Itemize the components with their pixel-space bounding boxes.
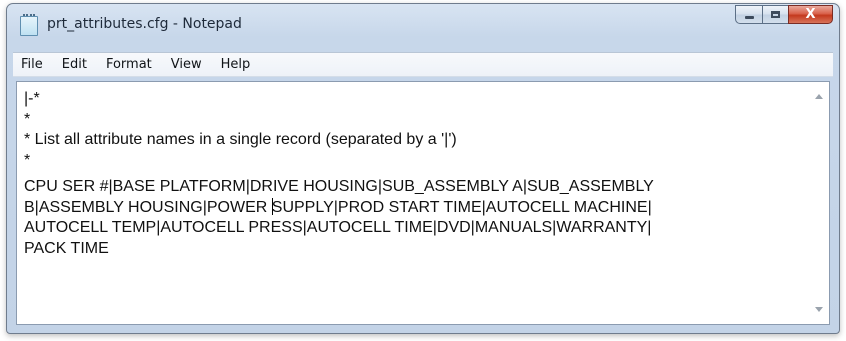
text-content[interactable]: |-* * * List all attribute names in a si… [24, 89, 803, 324]
caption-buttons: X [735, 5, 833, 25]
scroll-down-arrow-icon[interactable] [815, 307, 823, 312]
close-button[interactable]: X [788, 5, 833, 24]
text-line: PACK TIME [24, 239, 109, 257]
maximize-icon [771, 11, 780, 18]
vertical-scrollbar[interactable] [810, 82, 829, 324]
text-line: |-* [24, 90, 40, 107]
text-segment: B|ASSEMBLY HOUSING|POWER [24, 198, 272, 216]
text-line: * [24, 110, 31, 128]
text-line: CPU SER #|BASE PLATFORM|DRIVE HOUSING|SU… [24, 178, 654, 195]
text-editor[interactable]: |-* * * List all attribute names in a si… [16, 81, 830, 325]
menu-file[interactable]: File [15, 55, 49, 74]
minimize-button[interactable] [735, 5, 762, 24]
text-line-with-caret: B|ASSEMBLY HOUSING|POWER SUPPLY|PROD STA… [24, 197, 803, 219]
notepad-window: prt_attributes.cfg - Notepad X File Edit… [6, 3, 840, 334]
menu-help[interactable]: Help [215, 55, 257, 74]
notepad-icon[interactable] [20, 14, 38, 36]
menu-view[interactable]: View [165, 55, 208, 74]
minimize-icon [744, 16, 754, 19]
window-title: prt_attributes.cfg - Notepad [47, 16, 242, 32]
close-icon: X [805, 7, 816, 22]
menu-edit[interactable]: Edit [56, 55, 93, 74]
text-line: * [24, 151, 31, 169]
scroll-up-arrow-icon[interactable] [815, 94, 823, 99]
text-segment: SUPPLY|PROD START TIME|AUTOCELL MACHINE| [271, 198, 652, 216]
text-line: AUTOCELL TEMP|AUTOCELL PRESS|AUTOCELL TI… [24, 219, 652, 236]
text-line: * List all attribute names in a single r… [24, 131, 457, 148]
menu-bar: File Edit Format View Help [13, 52, 833, 77]
menu-format[interactable]: Format [100, 55, 158, 74]
title-bar[interactable]: prt_attributes.cfg - Notepad X [7, 4, 839, 46]
maximize-button[interactable] [762, 5, 788, 24]
